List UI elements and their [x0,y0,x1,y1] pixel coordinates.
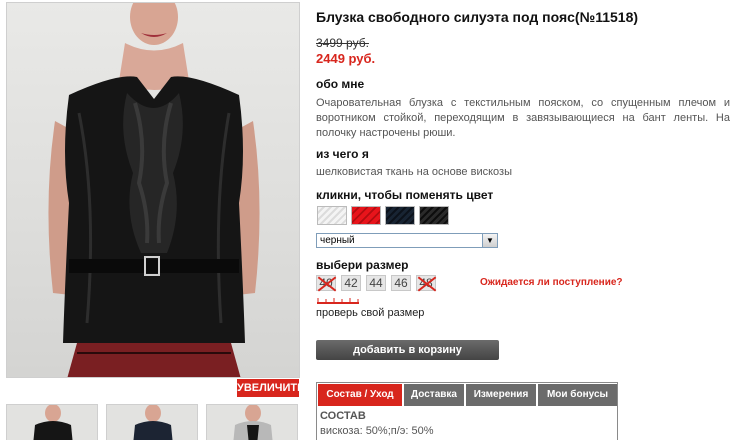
material-heading: из чего я [316,147,369,161]
product-title: Блузка свободного силуэта под пояс(№1151… [316,9,639,25]
white-swatch[interactable] [317,206,347,225]
zoom-button[interactable]: УВЕЛИЧИТЬ [237,379,305,397]
chevron-down-icon[interactable]: ▼ [482,234,497,247]
size-heading: выбери размер [316,258,409,272]
thumbnail-strip [6,404,300,440]
tab-composition-care[interactable]: Состав / Уход [318,384,402,406]
about-heading: обо мне [316,77,365,91]
size-option-46[interactable]: 46 [391,275,411,291]
navy-swatch[interactable] [385,206,415,225]
composition-heading: СОСТАВ [320,410,366,422]
size-option-48: 48 [416,275,436,291]
color-heading: кликни, чтобы поменять цвет [316,188,494,202]
red-swatch[interactable] [351,206,381,225]
color-select-value: черный [320,235,355,246]
old-price: 3499 руб. [316,36,369,50]
size-option-44[interactable]: 44 [366,275,386,291]
color-select[interactable]: черный ▼ [316,233,498,248]
black-swatch[interactable] [419,206,449,225]
thumbnail-back[interactable] [206,404,298,440]
product-description: Очаровательная блузка с текстильным пояс… [316,97,730,139]
add-to-cart-button[interactable]: добавить в корзину [316,340,499,360]
info-tabs: Состав / Уход Доставка Измерения Мои бон… [316,382,618,406]
tab-measurements[interactable]: Измерения [466,384,536,406]
awaiting-stock-link[interactable]: Ожидается ли поступление? [480,277,623,288]
new-price: 2449 руб. [316,51,376,66]
size-option-42[interactable]: 42 [341,275,361,291]
size-option-40: 40 [316,275,336,291]
tab-delivery[interactable]: Доставка [404,384,464,406]
composition-text: вискоза: 50%;п/э: 50% [320,425,434,437]
tab-my-bonuses[interactable]: Мои бонусы [538,384,617,406]
product-photo[interactable] [6,2,300,378]
ruler-icon [317,298,359,304]
check-size-link[interactable]: проверь свой размер [316,307,424,319]
thumbnail-side[interactable] [106,404,198,440]
thumbnail-front[interactable] [6,404,98,440]
material-text: шелковистая ткань на основе вискозы [316,166,512,178]
